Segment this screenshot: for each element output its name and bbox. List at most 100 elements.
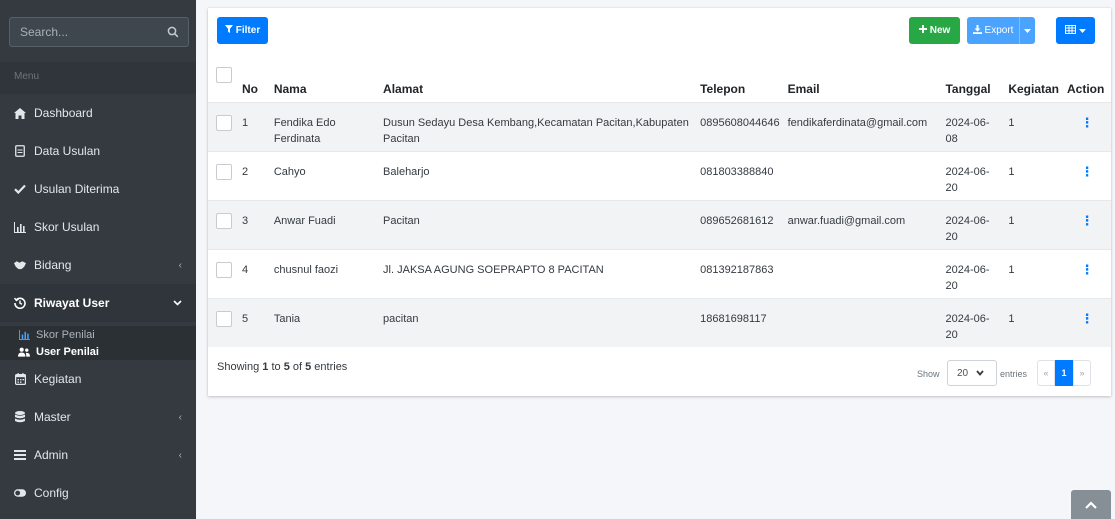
- cell-email: [784, 298, 942, 347]
- cell-alamat: pacitan: [383, 312, 419, 325]
- chevron-left-icon: ‹: [178, 449, 182, 461]
- sidebar-item-data-usulan[interactable]: Data Usulan: [0, 132, 196, 170]
- select-all-checkbox[interactable]: [216, 66, 232, 83]
- back-to-top-button[interactable]: [1071, 490, 1111, 519]
- user-penilai-card: Filter New Export No Nama Alamat Telepon…: [208, 8, 1111, 396]
- column-header-kegiatan[interactable]: Kegiatan: [1004, 51, 1063, 102]
- pagination-prev[interactable]: «: [1037, 360, 1055, 386]
- sidebar-item-kegiatan[interactable]: Kegiatan: [0, 360, 196, 398]
- row-checkbox[interactable]: [216, 310, 232, 327]
- columns-toggle-button[interactable]: [1056, 17, 1095, 44]
- new-button[interactable]: New: [909, 17, 960, 44]
- row-checkbox[interactable]: [216, 114, 232, 131]
- calendar-icon: [14, 373, 26, 385]
- home-icon: [14, 107, 26, 119]
- cell-kegiatan: 1: [1008, 116, 1015, 129]
- sidebar-item-admin[interactable]: Admin ‹: [0, 436, 196, 474]
- column-header-tanggal[interactable]: Tanggal: [941, 51, 1004, 102]
- pagination: « 1 »: [1037, 360, 1091, 386]
- export-dropdown-toggle[interactable]: [1019, 17, 1035, 44]
- cell-tanggal: 2024-06-20: [945, 263, 990, 292]
- show-label: Show: [917, 369, 940, 379]
- page-size-select[interactable]: 20: [947, 360, 997, 386]
- cell-nama: Cahyo: [273, 165, 306, 178]
- cell-email: [784, 151, 942, 200]
- cell-kegiatan: 1: [1008, 214, 1015, 227]
- search-icon[interactable]: [158, 18, 188, 46]
- handshake-icon: [14, 260, 26, 270]
- sidebar-subitem-skor-penilai[interactable]: Skor Penilai: [0, 326, 196, 344]
- row-checkbox[interactable]: [216, 212, 232, 229]
- cell-no: 2: [241, 165, 249, 178]
- cell-telepon: 18681698117: [700, 312, 767, 325]
- pagination-next[interactable]: »: [1073, 360, 1091, 386]
- column-header-telepon[interactable]: Telepon: [696, 51, 784, 102]
- row-action-menu-icon[interactable]: ⋮: [1063, 249, 1111, 298]
- sidebar-item-config[interactable]: Config: [0, 474, 196, 512]
- cell-tanggal: 2024-06-08: [945, 116, 990, 145]
- cell-telepon: 0895608044646: [700, 116, 780, 129]
- sidebar-item-dashboard[interactable]: Dashboard: [0, 94, 196, 132]
- cell-nama: Fendika Edo Ferdinata: [273, 116, 336, 145]
- cell-no: 3: [241, 214, 249, 227]
- sidebar-nav: Dashboard Data Usulan Usulan Diterima Sk…: [0, 94, 196, 512]
- column-header-nama[interactable]: Nama: [270, 51, 379, 102]
- cell-alamat: Jl. JAKSA AGUNG SOEPRAPTO 8 PACITAN: [383, 263, 604, 276]
- sidebar-subitem-user-penilai[interactable]: User Penilai: [0, 344, 196, 360]
- cell-kegiatan: 1: [1008, 263, 1015, 276]
- column-header-email[interactable]: Email: [784, 51, 942, 102]
- cell-nama: Anwar Fuadi: [273, 214, 336, 227]
- caret-down-icon: [1024, 25, 1031, 36]
- table-info: Showing 1 to 5 of 5 entries: [217, 361, 348, 373]
- row-checkbox[interactable]: [216, 261, 232, 278]
- row-action-menu-icon[interactable]: ⋮: [1063, 298, 1111, 347]
- row-action-menu-icon[interactable]: ⋮: [1063, 102, 1111, 151]
- bar-chart-icon: [14, 221, 26, 233]
- cell-kegiatan: 1: [1008, 312, 1015, 325]
- table-row: 3 Anwar Fuadi Pacitan 089652681612 anwar…: [208, 200, 1111, 249]
- cell-tanggal: 2024-06-20: [945, 165, 990, 194]
- sidebar-item-riwayat-user[interactable]: Riwayat User: [0, 284, 196, 322]
- export-button[interactable]: Export: [967, 17, 1019, 44]
- row-checkbox[interactable]: [216, 163, 232, 180]
- chevron-down-icon: [976, 368, 984, 379]
- cell-email: anwar.fuadi@gmail.com: [787, 214, 906, 227]
- menu-header: Menu: [0, 62, 196, 94]
- list-icon: [14, 450, 26, 460]
- data-table: No Nama Alamat Telepon Email Tanggal Keg…: [208, 51, 1111, 347]
- cell-tanggal: 2024-06-20: [945, 312, 990, 341]
- filter-button[interactable]: Filter: [217, 17, 268, 44]
- cell-telepon: 081392187863: [700, 263, 774, 276]
- sidebar: Menu Dashboard Data Usulan Usulan Diteri…: [0, 0, 196, 519]
- table-row: 1 Fendika Edo Ferdinata Dusun Sedayu Des…: [208, 102, 1111, 151]
- check-icon: [14, 184, 26, 194]
- database-icon: [14, 411, 26, 423]
- table-header-row: No Nama Alamat Telepon Email Tanggal Keg…: [208, 51, 1111, 102]
- cell-alamat: Baleharjo: [383, 165, 430, 178]
- table-row: 2 Cahyo Baleharjo 081803388840 2024-06-2…: [208, 151, 1111, 200]
- cell-kegiatan: 1: [1008, 165, 1015, 178]
- sidebar-item-master[interactable]: Master ‹: [0, 398, 196, 436]
- column-header-no[interactable]: No: [238, 51, 270, 102]
- sidebar-search-input[interactable]: [10, 25, 158, 39]
- cell-telepon: 089652681612: [700, 214, 774, 227]
- sidebar-search: [9, 17, 189, 47]
- toggle-icon: [14, 489, 26, 497]
- cell-no: 1: [241, 116, 249, 129]
- history-icon: [14, 297, 26, 309]
- row-action-menu-icon[interactable]: ⋮: [1063, 200, 1111, 249]
- chevron-left-icon: ‹: [178, 411, 182, 423]
- pagination-page-1[interactable]: 1: [1055, 360, 1073, 386]
- row-action-menu-icon[interactable]: ⋮: [1063, 151, 1111, 200]
- users-icon: [18, 347, 30, 357]
- sidebar-item-usulan-diterima[interactable]: Usulan Diterima: [0, 170, 196, 208]
- cell-no: 4: [241, 263, 249, 276]
- download-icon: [972, 24, 982, 37]
- chevron-left-icon: ‹: [178, 259, 182, 271]
- cell-email: fendikaferdinata@gmail.com: [787, 116, 928, 129]
- column-header-alamat[interactable]: Alamat: [379, 51, 696, 102]
- sidebar-item-bidang[interactable]: Bidang ‹: [0, 246, 196, 284]
- entries-label: entries: [1000, 369, 1028, 379]
- sidebar-item-skor-usulan[interactable]: Skor Usulan: [0, 208, 196, 246]
- cell-telepon: 081803388840: [700, 165, 774, 178]
